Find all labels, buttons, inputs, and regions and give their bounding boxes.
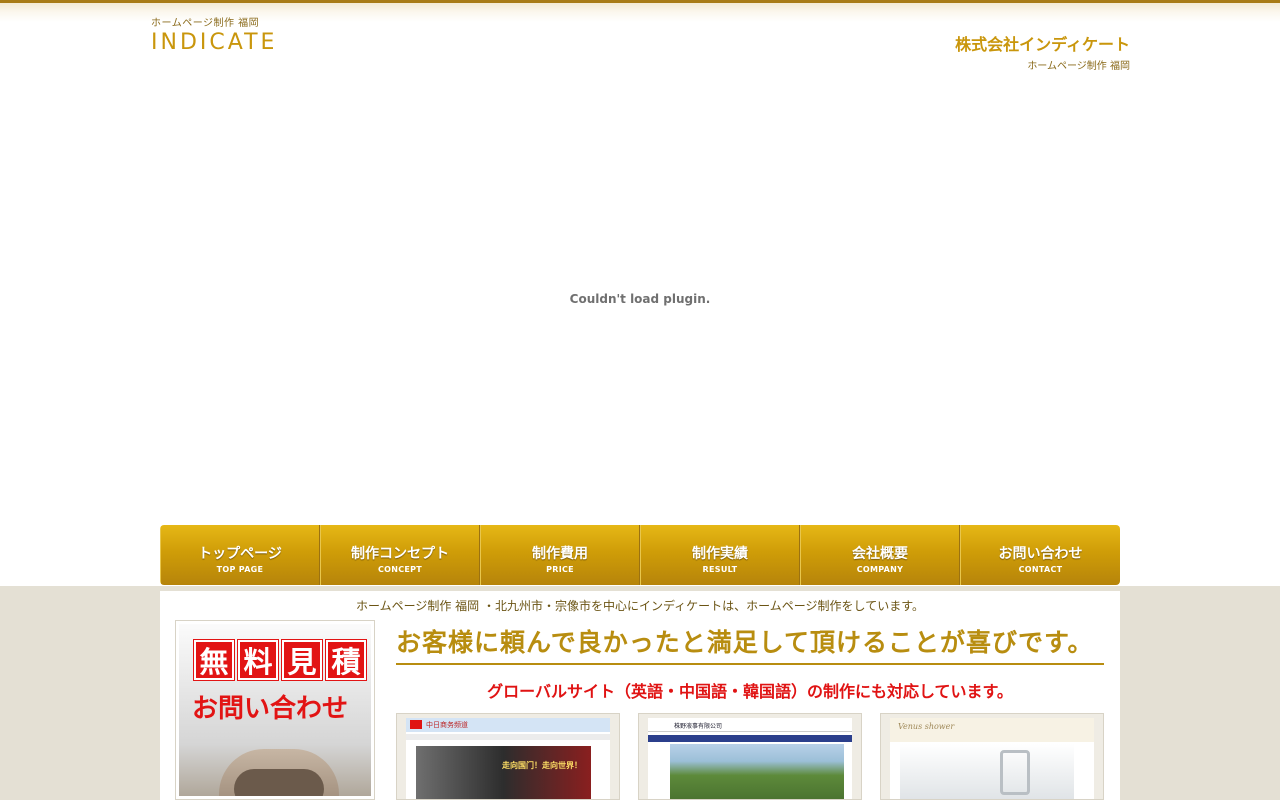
nav-label-en: CONTACT: [1018, 565, 1063, 574]
thumb-bathroom-image: [900, 744, 1074, 799]
estimate-title-row: 無 料 見 積: [194, 640, 366, 680]
company-heading: 株式会社インディケート ホームページ制作 福岡: [955, 35, 1130, 73]
hand-shadow-graphic: [234, 769, 324, 796]
main-content: ホームページ制作 福岡 ・北九州市・宗像市を中心にインディケートは、ホームページ…: [160, 591, 1120, 800]
portfolio-thumbnail-venus-shower[interactable]: Venus shower: [880, 713, 1104, 800]
main-headline: お客様に頼んで良かったと満足して頂けることが喜びです。: [396, 623, 1104, 665]
portfolio-thumbnail-company[interactable]: 株野液事有限公司: [638, 713, 862, 800]
estimate-char: 見: [282, 640, 322, 680]
shower-fixture-graphic: [1000, 750, 1030, 795]
china-flag-icon: [410, 720, 422, 729]
main-navigation: トップページ TOP PAGE 制作コンセプト CONCEPT 制作費用 PRI…: [160, 525, 1120, 585]
nav-label-en: COMPANY: [856, 565, 904, 574]
nav-item-price[interactable]: 制作費用 PRICE: [480, 525, 640, 585]
estimate-char: 料: [238, 640, 278, 680]
nav-label-en: CONCEPT: [377, 565, 423, 574]
thumbnail-screenshot: 中日商务频道 走向国门！走向世界！: [406, 718, 610, 799]
nav-label-en: TOP PAGE: [216, 565, 264, 574]
logo-subtitle: ホームページ制作 福岡: [151, 18, 260, 29]
estimate-char: 無: [194, 640, 234, 680]
thumb-nav-bar: [406, 734, 610, 740]
thumb-title: 中日商务频道: [426, 721, 468, 729]
nav-item-result[interactable]: 制作実績 RESULT: [640, 525, 800, 585]
nav-label-jp: 会社概要: [852, 546, 908, 562]
company-name: 株式会社インディケート: [955, 35, 1130, 54]
nav-item-contact[interactable]: お問い合わせ CONTACT: [960, 525, 1120, 585]
portfolio-thumbnail-chinese-business[interactable]: 中日商务频道 走向国门！走向世界！: [396, 713, 620, 800]
nav-label-jp: お問い合わせ: [998, 546, 1083, 562]
thumb-nav-bar: [648, 735, 852, 742]
plugin-error-message: Couldn't load plugin.: [569, 292, 711, 306]
nav-item-top-page[interactable]: トップページ TOP PAGE: [160, 525, 320, 585]
site-logo[interactable]: ホームページ制作 福岡 INDICATE: [151, 14, 277, 55]
logo-wordmark: INDICATE: [151, 30, 278, 55]
free-estimate-banner[interactable]: 無 料 見 積 お問い合わせ: [175, 620, 375, 800]
nav-item-company[interactable]: 会社概要 COMPANY: [800, 525, 960, 585]
thumb-title: 株野液事有限公司: [674, 723, 723, 730]
estimate-contact-text: お問い合わせ: [192, 694, 349, 724]
thumbnail-screenshot: Venus shower: [890, 718, 1094, 799]
thumbnail-screenshot: 株野液事有限公司: [648, 718, 852, 799]
thumb-title: Venus shower: [898, 722, 955, 731]
thumb-hero-image: [416, 746, 591, 799]
nav-item-concept[interactable]: 制作コンセプト CONCEPT: [320, 525, 480, 585]
nav-label-en: PRICE: [546, 565, 574, 574]
thumb-hero-text: 走向国门！走向世界！: [502, 761, 582, 770]
global-site-subhead: グローバルサイト（英語・中国語・韓国語）の制作にも対応しています。: [487, 682, 1013, 701]
company-subtitle: ホームページ制作 福岡: [1027, 61, 1130, 72]
nav-label-jp: 制作費用: [532, 546, 588, 562]
site-tagline: ホームページ制作 福岡 ・北九州市・宗像市を中心にインディケートは、ホームページ…: [355, 599, 925, 613]
nav-label-jp: トップページ: [198, 546, 282, 562]
estimate-banner-image: 無 料 見 積 お問い合わせ: [179, 624, 371, 796]
thumb-landscape-image: [670, 744, 844, 799]
nav-label-jp: 制作実績: [692, 546, 748, 562]
nav-label-en: RESULT: [702, 565, 738, 574]
nav-label-jp: 制作コンセプト: [351, 546, 449, 562]
estimate-char: 積: [326, 640, 366, 680]
